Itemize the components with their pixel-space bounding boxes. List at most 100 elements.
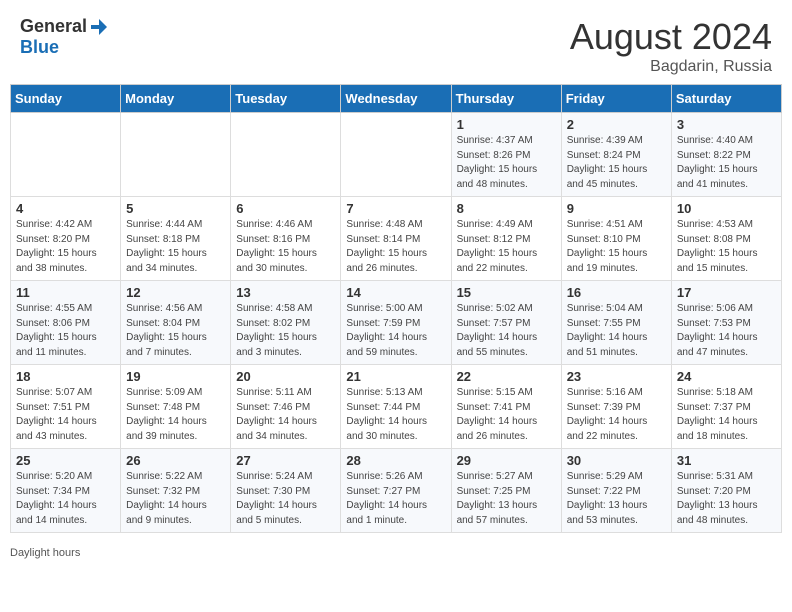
day-info: Sunrise: 4:56 AMSunset: 8:04 PMDaylight:…: [126, 302, 225, 360]
day-info: Sunrise: 4:40 AMSunset: 8:22 PMDaylight:…: [677, 134, 776, 192]
day-info: Sunrise: 5:27 AMSunset: 7:25 PMDaylight:…: [457, 470, 556, 528]
calendar-container: SundayMondayTuesdayWednesdayThursdayFrid…: [0, 84, 792, 543]
day-info: Sunrise: 4:39 AMSunset: 8:24 PMDaylight:…: [567, 134, 666, 192]
calendar-week-row: 25 Sunrise: 5:20 AMSunset: 7:34 PMDayligh…: [11, 449, 782, 533]
day-number: 30: [567, 453, 666, 468]
calendar-cell: 7 Sunrise: 4:48 AMSunset: 8:14 PMDaylight…: [341, 197, 451, 281]
day-number: 13: [236, 285, 335, 300]
daylight-label: Daylight hours: [10, 547, 80, 559]
calendar-cell: 13 Sunrise: 4:58 AMSunset: 8:02 PMDayligh…: [231, 281, 341, 365]
day-number: 17: [677, 285, 776, 300]
calendar-cell: 29Sunrise: 5:27 AMSunset: 7:25 PMDayligh…: [451, 449, 561, 533]
day-info: Sunrise: 5:15 AMSunset: 7:41 PMDaylight:…: [457, 386, 556, 444]
day-info: Sunrise: 5:07 AMSunset: 7:51 PMDaylight:…: [16, 386, 115, 444]
day-number: 18: [16, 369, 115, 384]
day-info: Sunrise: 5:04 AMSunset: 7:55 PMDaylight:…: [567, 302, 666, 360]
day-info: Sunrise: 5:02 AMSunset: 7:57 PMDaylight:…: [457, 302, 556, 360]
day-number: 12: [126, 285, 225, 300]
calendar-cell: 5Sunrise: 4:44 AMSunset: 8:18 PMDaylight…: [121, 197, 231, 281]
day-number: 16: [567, 285, 666, 300]
day-number: 3: [677, 117, 776, 132]
day-info: Sunrise: 5:24 AMSunset: 7:30 PMDaylight:…: [236, 470, 335, 528]
calendar-cell: 6 Sunrise: 4:46 AMSunset: 8:16 PMDaylight…: [231, 197, 341, 281]
calendar-cell: [121, 113, 231, 197]
day-info: Sunrise: 5:06 AMSunset: 7:53 PMDaylight:…: [677, 302, 776, 360]
day-number: 25: [16, 453, 115, 468]
calendar-week-row: 18 Sunrise: 5:07 AMSunset: 7:51 PMDayligh…: [11, 365, 782, 449]
day-info: Sunrise: 5:16 AMSunset: 7:39 PMDaylight:…: [567, 386, 666, 444]
calendar-cell: 27Sunrise: 5:24 AMSunset: 7:30 PMDayligh…: [231, 449, 341, 533]
weekday-header-friday: Friday: [561, 85, 671, 113]
logo: General Blue: [20, 16, 110, 58]
calendar-cell: 21Sunrise: 5:13 AMSunset: 7:44 PMDayligh…: [341, 365, 451, 449]
day-info: Sunrise: 4:48 AMSunset: 8:14 PMDaylight:…: [346, 218, 445, 276]
day-number: 2: [567, 117, 666, 132]
calendar-cell: 17 Sunrise: 5:06 AMSunset: 7:53 PMDayligh…: [671, 281, 781, 365]
calendar-cell: 4 Sunrise: 4:42 AMSunset: 8:20 PMDaylight…: [11, 197, 121, 281]
day-number: 21: [346, 369, 445, 384]
calendar-cell: 26Sunrise: 5:22 AMSunset: 7:32 PMDayligh…: [121, 449, 231, 533]
logo-arrow-icon: [88, 16, 110, 38]
calendar-table: SundayMondayTuesdayWednesdayThursdayFrid…: [10, 84, 782, 533]
page-header: General Blue August 2024 Bagdarin, Russi…: [0, 0, 792, 84]
day-info: Sunrise: 5:31 AMSunset: 7:20 PMDaylight:…: [677, 470, 776, 528]
day-number: 14: [346, 285, 445, 300]
calendar-cell: 30 Sunrise: 5:29 AMSunset: 7:22 PMDayligh…: [561, 449, 671, 533]
day-info: Sunrise: 5:00 AMSunset: 7:59 PMDaylight:…: [346, 302, 445, 360]
calendar-cell: [11, 113, 121, 197]
calendar-cell: 31 Sunrise: 5:31 AMSunset: 7:20 PMDayligh…: [671, 449, 781, 533]
day-number: 9: [567, 201, 666, 216]
weekday-header-row: SundayMondayTuesdayWednesdayThursdayFrid…: [11, 85, 782, 113]
calendar-cell: 18 Sunrise: 5:07 AMSunset: 7:51 PMDayligh…: [11, 365, 121, 449]
day-info: Sunrise: 4:53 AMSunset: 8:08 PMDaylight:…: [677, 218, 776, 276]
calendar-week-row: 11 Sunrise: 4:55 AMSunset: 8:06 PMDayligh…: [11, 281, 782, 365]
day-number: 23: [567, 369, 666, 384]
calendar-cell: 12 Sunrise: 4:56 AMSunset: 8:04 PMDayligh…: [121, 281, 231, 365]
weekday-header-monday: Monday: [121, 85, 231, 113]
calendar-cell: 9 Sunrise: 4:51 AMSunset: 8:10 PMDaylight…: [561, 197, 671, 281]
calendar-week-row: 4 Sunrise: 4:42 AMSunset: 8:20 PMDaylight…: [11, 197, 782, 281]
day-info: Sunrise: 4:58 AMSunset: 8:02 PMDaylight:…: [236, 302, 335, 360]
day-info: Sunrise: 5:09 AMSunset: 7:48 PMDaylight:…: [126, 386, 225, 444]
calendar-cell: 23 Sunrise: 5:16 AMSunset: 7:39 PMDayligh…: [561, 365, 671, 449]
day-info: Sunrise: 4:42 AMSunset: 8:20 PMDaylight:…: [16, 218, 115, 276]
day-info: Sunrise: 5:11 AMSunset: 7:46 PMDaylight:…: [236, 386, 335, 444]
calendar-cell: 1Sunrise: 4:37 AMSunset: 8:26 PMDaylight…: [451, 113, 561, 197]
calendar-header: SundayMondayTuesdayWednesdayThursdayFrid…: [11, 85, 782, 113]
day-info: Sunrise: 5:29 AMSunset: 7:22 PMDaylight:…: [567, 470, 666, 528]
calendar-cell: 16 Sunrise: 5:04 AMSunset: 7:55 PMDayligh…: [561, 281, 671, 365]
calendar-week-row: 1Sunrise: 4:37 AMSunset: 8:26 PMDaylight…: [11, 113, 782, 197]
day-number: 19: [126, 369, 225, 384]
day-info: Sunrise: 5:20 AMSunset: 7:34 PMDaylight:…: [16, 470, 115, 528]
calendar-cell: 10Sunrise: 4:53 AMSunset: 8:08 PMDayligh…: [671, 197, 781, 281]
title-block: August 2024 Bagdarin, Russia: [570, 16, 772, 76]
day-number: 22: [457, 369, 556, 384]
day-info: Sunrise: 4:51 AMSunset: 8:10 PMDaylight:…: [567, 218, 666, 276]
day-info: Sunrise: 4:37 AMSunset: 8:26 PMDaylight:…: [457, 134, 556, 192]
location-title: Bagdarin, Russia: [570, 58, 772, 76]
day-number: 4: [16, 201, 115, 216]
weekday-header-thursday: Thursday: [451, 85, 561, 113]
day-info: Sunrise: 4:46 AMSunset: 8:16 PMDaylight:…: [236, 218, 335, 276]
month-year-title: August 2024: [570, 16, 772, 58]
day-info: Sunrise: 4:55 AMSunset: 8:06 PMDaylight:…: [16, 302, 115, 360]
day-info: Sunrise: 5:18 AMSunset: 7:37 PMDaylight:…: [677, 386, 776, 444]
day-number: 11: [16, 285, 115, 300]
day-number: 31: [677, 453, 776, 468]
day-info: Sunrise: 4:49 AMSunset: 8:12 PMDaylight:…: [457, 218, 556, 276]
day-number: 6: [236, 201, 335, 216]
logo-text-blue: Blue: [20, 37, 59, 57]
weekday-header-sunday: Sunday: [11, 85, 121, 113]
calendar-cell: 2 Sunrise: 4:39 AMSunset: 8:24 PMDaylight…: [561, 113, 671, 197]
day-number: 7: [346, 201, 445, 216]
calendar-footer: Daylight hours: [0, 543, 792, 565]
day-number: 15: [457, 285, 556, 300]
calendar-cell: 20Sunrise: 5:11 AMSunset: 7:46 PMDayligh…: [231, 365, 341, 449]
day-number: 26: [126, 453, 225, 468]
day-number: 8: [457, 201, 556, 216]
calendar-cell: 25 Sunrise: 5:20 AMSunset: 7:34 PMDayligh…: [11, 449, 121, 533]
calendar-cell: 3 Sunrise: 4:40 AMSunset: 8:22 PMDaylight…: [671, 113, 781, 197]
calendar-cell: 24 Sunrise: 5:18 AMSunset: 7:37 PMDayligh…: [671, 365, 781, 449]
calendar-cell: 19 Sunrise: 5:09 AMSunset: 7:48 PMDayligh…: [121, 365, 231, 449]
day-number: 24: [677, 369, 776, 384]
